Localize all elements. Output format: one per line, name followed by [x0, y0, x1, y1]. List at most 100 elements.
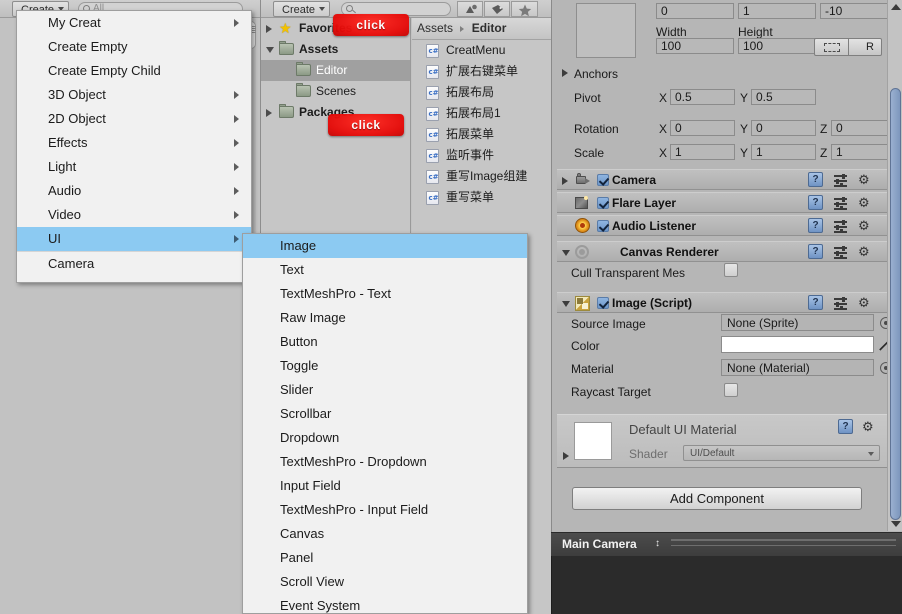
- pivot-x-field[interactable]: 0.5: [670, 89, 735, 105]
- create-menu-item-2d-object[interactable]: 2D Object: [17, 107, 251, 131]
- position-y-field[interactable]: 1: [738, 3, 816, 19]
- gear-icon[interactable]: ⚙: [858, 196, 870, 209]
- create-menu-item-3d-object[interactable]: 3D Object: [17, 83, 251, 107]
- scale-y-field[interactable]: 1: [751, 144, 816, 160]
- component-header-flare-layer[interactable]: Flare Layer ⚙: [557, 192, 888, 213]
- chevron-right-icon[interactable]: [562, 177, 568, 185]
- scroll-up-icon[interactable]: [891, 4, 901, 10]
- create-menu-item-effects[interactable]: Effects: [17, 131, 251, 155]
- asset-list-item[interactable]: 拓展菜单: [412, 124, 551, 145]
- width-field[interactable]: 100: [656, 38, 734, 54]
- ui-submenu-item-slider[interactable]: Slider: [243, 378, 527, 402]
- blueprint-raw-toggle-group[interactable]: R: [814, 38, 882, 56]
- help-icon[interactable]: [808, 218, 823, 233]
- ui-submenu-item-button[interactable]: Button: [243, 330, 527, 354]
- asset-list-item[interactable]: CreatMenu: [412, 40, 551, 61]
- help-icon[interactable]: [808, 295, 823, 310]
- position-z-field[interactable]: -10: [820, 3, 895, 19]
- component-enabled-checkbox[interactable]: [597, 220, 609, 232]
- asset-list-item[interactable]: 监听事件: [412, 145, 551, 166]
- create-menu-item-create-empty[interactable]: Create Empty: [17, 35, 251, 59]
- ui-submenu-item-dropdown[interactable]: Dropdown: [243, 426, 527, 450]
- chevron-right-icon[interactable]: [266, 109, 272, 117]
- ui-submenu-item-textmeshpro-text[interactable]: TextMeshPro - Text: [243, 282, 527, 306]
- project-tree-item-editor[interactable]: Editor: [261, 60, 410, 81]
- ui-submenu-item-raw-image[interactable]: Raw Image: [243, 306, 527, 330]
- ui-submenu-item-image[interactable]: Image: [243, 234, 527, 258]
- ui-submenu-item-panel[interactable]: Panel: [243, 546, 527, 570]
- color-swatch-field[interactable]: [721, 336, 874, 353]
- create-menu-item-audio[interactable]: Audio: [17, 179, 251, 203]
- ui-submenu-item-event-system[interactable]: Event System: [243, 594, 527, 614]
- blueprint-mode-icon[interactable]: [824, 43, 840, 52]
- ui-submenu-item-scrollbar[interactable]: Scrollbar: [243, 402, 527, 426]
- scale-x-field[interactable]: 1: [670, 144, 735, 160]
- favorites-star-icon[interactable]: [511, 1, 538, 17]
- type-filter-icon[interactable]: [457, 1, 483, 17]
- create-menu-item-light[interactable]: Light: [17, 155, 251, 179]
- rotation-z-field[interactable]: 0: [831, 120, 895, 136]
- shader-dropdown[interactable]: UI/Default: [683, 445, 880, 461]
- help-icon[interactable]: [838, 419, 853, 434]
- create-menu-item-video[interactable]: Video: [17, 203, 251, 227]
- asset-list-item[interactable]: 重写菜单: [412, 187, 551, 208]
- component-enabled-checkbox[interactable]: [597, 174, 609, 186]
- scale-z-field[interactable]: 1: [831, 144, 895, 160]
- asset-list-item[interactable]: 重写Image组建: [412, 166, 551, 187]
- chevron-right-icon[interactable]: [266, 25, 272, 33]
- asset-list-item[interactable]: 拓展布局1: [412, 103, 551, 124]
- pivot-y-field[interactable]: 0.5: [751, 89, 816, 105]
- component-header-canvas-renderer[interactable]: Canvas Renderer ⚙: [557, 241, 888, 262]
- create-menu-item-ui[interactable]: UI: [17, 227, 251, 251]
- anchors-expand-icon[interactable]: [562, 69, 568, 77]
- position-x-field[interactable]: 0: [656, 3, 734, 19]
- scroll-down-icon[interactable]: [891, 521, 901, 527]
- cull-transparent-mesh-checkbox[interactable]: [724, 263, 738, 277]
- label-filter-icon[interactable]: [484, 1, 510, 17]
- create-menu-item-my-creat[interactable]: My Creat: [17, 11, 251, 35]
- material-expand-icon[interactable]: [563, 452, 569, 460]
- preset-icon[interactable]: [834, 297, 847, 310]
- create-menu-item-camera[interactable]: Camera: [17, 252, 251, 276]
- preset-icon[interactable]: [834, 197, 847, 210]
- ui-submenu-item-input-field[interactable]: Input Field: [243, 474, 527, 498]
- rotation-x-field[interactable]: 0: [670, 120, 735, 136]
- source-image-field[interactable]: None (Sprite): [721, 314, 874, 331]
- gear-icon[interactable]: ⚙: [858, 296, 870, 309]
- chevron-down-icon[interactable]: [266, 47, 274, 53]
- help-icon[interactable]: [808, 195, 823, 210]
- help-icon[interactable]: [808, 172, 823, 187]
- ui-submenu-item-text[interactable]: Text: [243, 258, 527, 282]
- project-create-button[interactable]: Create: [273, 1, 331, 17]
- component-header-image-script[interactable]: Image (Script) ⚙: [557, 292, 888, 313]
- ui-submenu-item-textmeshpro-dropdown[interactable]: TextMeshPro - Dropdown: [243, 450, 527, 474]
- create-menu-item-create-empty-child[interactable]: Create Empty Child: [17, 59, 251, 83]
- gear-icon[interactable]: ⚙: [862, 420, 874, 433]
- component-enabled-checkbox[interactable]: [597, 297, 609, 309]
- project-tree-item-assets[interactable]: Assets: [261, 39, 410, 60]
- add-component-button[interactable]: Add Component: [572, 487, 862, 510]
- asset-list-item[interactable]: 扩展右键菜单: [412, 61, 551, 82]
- component-enabled-checkbox[interactable]: [597, 197, 609, 209]
- ui-submenu-item-scroll-view[interactable]: Scroll View: [243, 570, 527, 594]
- preset-icon[interactable]: [834, 220, 847, 233]
- ui-submenu-item-textmeshpro-input-field[interactable]: TextMeshPro - Input Field: [243, 498, 527, 522]
- component-header-audio-listener[interactable]: Audio Listener ⚙: [557, 215, 888, 236]
- material-field[interactable]: None (Material): [721, 359, 874, 376]
- gear-icon[interactable]: ⚙: [858, 173, 870, 186]
- rotation-y-field[interactable]: 0: [751, 120, 816, 136]
- preset-icon[interactable]: [834, 246, 847, 259]
- inspector-scrollbar[interactable]: [887, 0, 902, 531]
- breadcrumb-root[interactable]: Assets: [417, 21, 453, 35]
- ui-submenu-item-canvas[interactable]: Canvas: [243, 522, 527, 546]
- help-icon[interactable]: [808, 244, 823, 259]
- ui-submenu-item-toggle[interactable]: Toggle: [243, 354, 527, 378]
- gear-icon[interactable]: ⚙: [858, 219, 870, 232]
- gear-icon[interactable]: ⚙: [858, 245, 870, 258]
- inspector-scrollbar-thumb[interactable]: [890, 88, 901, 520]
- component-header-camera[interactable]: Camera ⚙: [557, 169, 888, 190]
- anchors-label[interactable]: Anchors: [574, 67, 618, 81]
- preset-icon[interactable]: [834, 174, 847, 187]
- chevron-down-icon[interactable]: [562, 250, 570, 256]
- asset-list-item[interactable]: 拓展布局: [412, 82, 551, 103]
